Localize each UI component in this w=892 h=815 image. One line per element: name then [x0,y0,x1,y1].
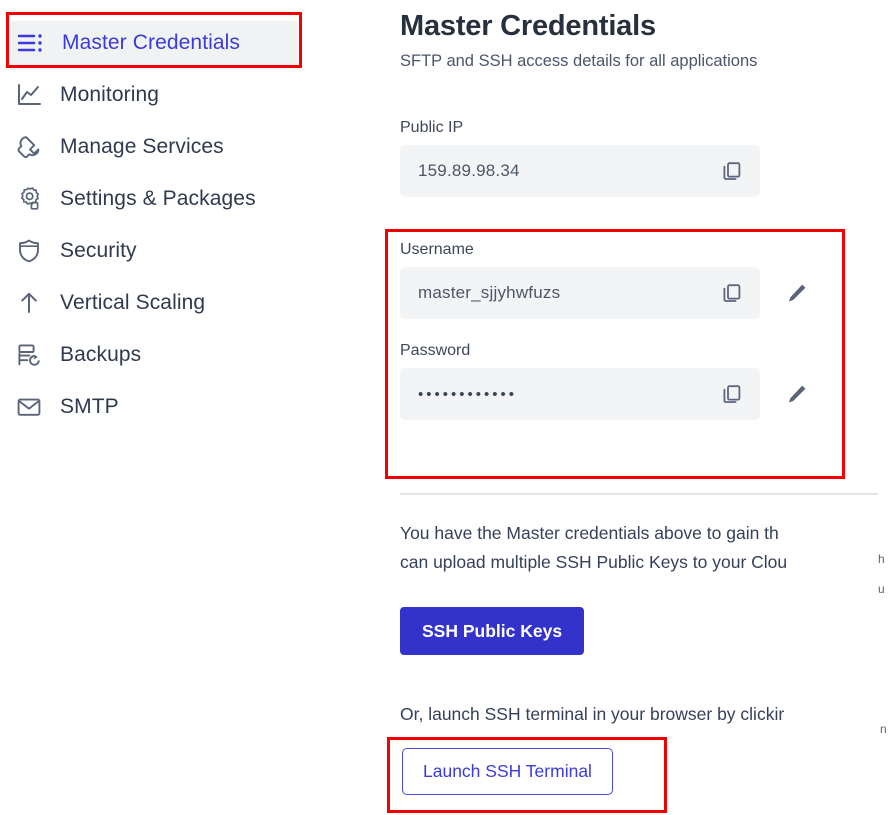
password-box[interactable]: •••••••••••• [400,368,760,420]
info-paragraph-line-2: can upload multiple SSH Public Keys to y… [400,552,788,572]
launch-terminal-button[interactable]: Launch SSH Terminal [402,748,613,795]
field-username: Username master_sjjyhwfuzs [400,240,810,319]
sidebar-item-label: Settings & Packages [60,187,256,210]
password-value: •••••••••••• [418,385,518,403]
username-value: master_sjjyhwfuzs [418,283,561,302]
field-row: 159.89.98.34 [400,145,760,197]
sidebar-item-label: Manage Services [60,135,224,158]
sidebar-item-backups[interactable]: Backups [0,333,390,377]
main-content: Master Credentials SFTP and SSH access d… [390,0,892,815]
backup-icon [16,342,50,368]
public-ip-value: 159.89.98.34 [418,161,520,180]
sidebar-item-master-credentials[interactable]: Master Credentials [10,21,298,65]
public-ip-box[interactable]: 159.89.98.34 [400,145,760,197]
sidebar-item-label: Vertical Scaling [60,291,206,314]
field-label: Public IP [400,119,464,136]
edit-pencil-icon[interactable] [784,280,810,306]
credentials-fields: Username master_sjjyhwfuzs Password ••••… [390,240,810,420]
sidebar-item-label: SMTP [60,395,119,418]
sidebar-item-label: Monitoring [60,83,160,106]
field-label: Password [400,342,471,359]
app-root: Master Credentials Monitoring Manage Ser… [0,0,892,815]
sidebar-item-vertical-scaling[interactable]: Vertical Scaling [0,281,390,325]
edit-pencil-icon[interactable] [784,381,810,407]
sidebar-item-label: Security [60,239,137,262]
arrow-up-icon [16,290,50,316]
copy-icon[interactable] [720,281,744,305]
terminal-paragraph: Or, launch SSH terminal in your browser … [400,704,785,724]
page-title: Master Credentials [400,10,656,42]
username-box[interactable]: master_sjjyhwfuzs [400,267,760,319]
chart-line-icon [16,82,50,108]
copy-icon[interactable] [720,159,744,183]
shield-icon [16,238,50,264]
ssh-public-keys-button[interactable]: SSH Public Keys [400,607,585,655]
page-subtitle: SFTP and SSH access details for all appl… [400,52,758,70]
gear-icon [16,186,50,212]
sidebar-item-settings-packages[interactable]: Settings & Packages [0,177,390,221]
wrench-icon [16,134,50,160]
field-label: Username [400,241,474,258]
sidebar-item-monitoring[interactable]: Monitoring [0,73,390,117]
field-password: Password •••••••••••• [400,341,810,420]
terminal-clipped-char: n [880,722,887,736]
info-paragraph-line-1: You have the Master credentials above to… [400,523,779,543]
sidebar-item-label: Backups [60,343,142,366]
field-row: •••••••••••• [400,368,810,420]
sidebar-item-security[interactable]: Security [0,229,390,273]
field-row: master_sjjyhwfuzs [400,267,810,319]
sidebar-nav: Master Credentials Monitoring Manage Ser… [0,0,390,815]
info-paragraph: You have the Master credentials above to… [390,519,787,577]
section-divider [400,493,878,495]
info-clipped-char-2: u [878,582,885,596]
info-clipped-char-1: h [878,552,885,566]
sidebar-item-label: Master Credentials [62,31,241,54]
field-public-ip: Public IP 159.89.98.34 [400,118,760,197]
copy-icon[interactable] [720,382,744,406]
envelope-icon [16,394,50,420]
sidebar-item-manage-services[interactable]: Manage Services [0,125,390,169]
sidebar-item-smtp[interactable]: SMTP [0,385,390,429]
list-dots-icon [18,33,52,53]
